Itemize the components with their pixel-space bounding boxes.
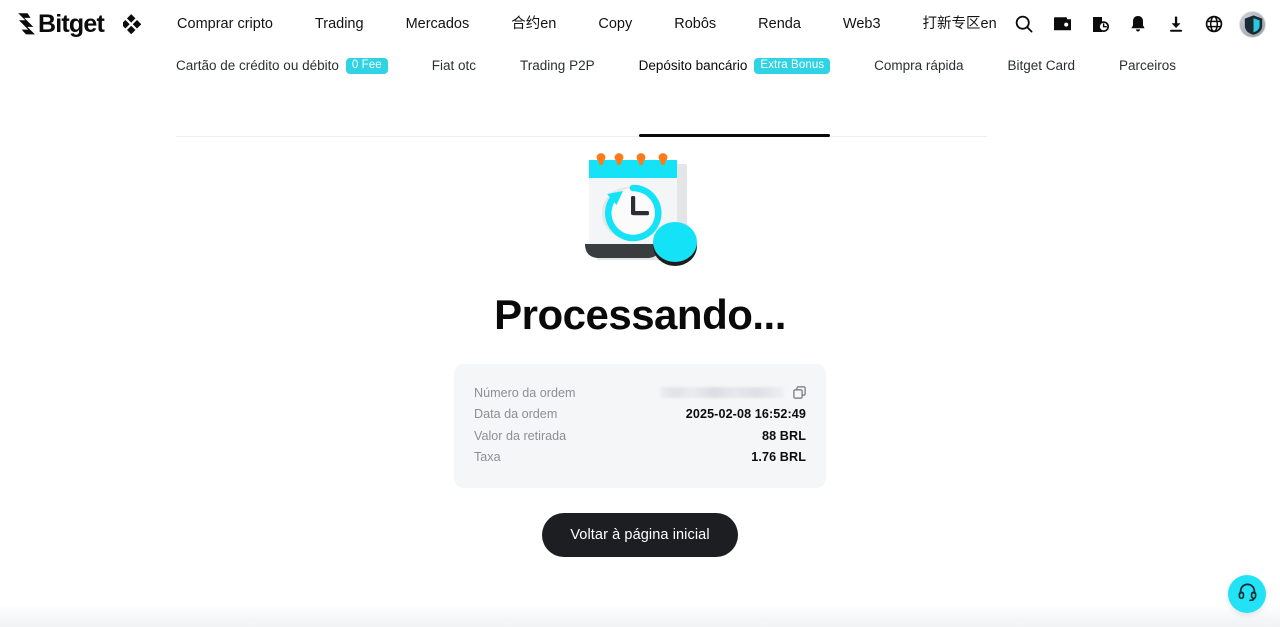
- nav-item-comprar-cripto[interactable]: Comprar cripto: [156, 0, 294, 48]
- tab-fiat-otc[interactable]: Fiat otc: [432, 48, 476, 84]
- nav-item-robos[interactable]: Robôs: [653, 0, 737, 48]
- back-to-home-button[interactable]: Voltar à página inicial: [542, 513, 738, 558]
- footer-band: [0, 605, 1280, 627]
- detail-row-order-number: Número da ordem: [474, 382, 806, 404]
- detail-label: Valor da retirada: [474, 428, 567, 443]
- tab-cartao-credito-debito[interactable]: Cartão de crédito ou débito 0 Fee: [176, 48, 388, 84]
- tab-deposito-bancario[interactable]: Depósito bancário Extra Bonus: [639, 48, 831, 84]
- tabbar-items: Cartão de crédito ou débito 0 Fee Fiat o…: [176, 48, 1176, 90]
- tab-badge-0-fee: 0 Fee: [345, 57, 388, 75]
- header-actions: [1005, 0, 1266, 48]
- search-icon[interactable]: [1005, 5, 1043, 43]
- deposit-method-tabbar: Cartão de crédito ou débito 0 Fee Fiat o…: [0, 48, 1280, 137]
- bitget-logo-mark-icon: [14, 12, 36, 36]
- copy-icon[interactable]: [792, 386, 806, 400]
- main-nav: Comprar cripto Trading Mercados 合约en Cop…: [156, 0, 1018, 48]
- order-details-card: Número da ordem Data da ordem 2025-02-08…: [454, 364, 826, 489]
- detail-value: 2025-02-08 16:52:49: [685, 407, 806, 422]
- nav-item-contratos[interactable]: 合约en: [490, 0, 577, 48]
- nav-item-trading[interactable]: Trading: [294, 0, 385, 48]
- user-avatar[interactable]: [1239, 10, 1266, 38]
- tab-label: Trading P2P: [520, 58, 595, 73]
- calendar-clock-processing-illustration: [575, 144, 705, 272]
- bitget-logo-text: Bitget: [38, 9, 105, 38]
- tab-label: Parceiros: [1119, 58, 1177, 73]
- tab-badge-extra-bonus: Extra Bonus: [754, 57, 831, 75]
- nav-item-copy[interactable]: Copy: [577, 0, 653, 48]
- globe-language-icon[interactable]: [1195, 5, 1233, 43]
- tab-label: Fiat otc: [431, 58, 477, 73]
- detail-label: Taxa: [474, 450, 501, 465]
- order-number-redacted-value: [660, 387, 784, 399]
- tab-parceiros[interactable]: Parceiros: [1119, 48, 1176, 84]
- detail-row-withdrawal-amount: Valor da retirada 88 BRL: [474, 425, 806, 447]
- nav-item-renda[interactable]: Renda: [737, 0, 822, 48]
- notification-bell-icon[interactable]: [1119, 5, 1157, 43]
- page-title: Processando...: [494, 291, 786, 338]
- nav-item-novos-listados[interactable]: 打新专区en: [902, 0, 1018, 48]
- order-history-icon[interactable]: [1081, 5, 1119, 43]
- detail-label: Número da ordem: [474, 385, 576, 400]
- detail-label: Data da ordem: [474, 407, 558, 422]
- detail-row-fee: Taxa 1.76 BRL: [474, 447, 806, 469]
- bitget-logo[interactable]: Bitget: [14, 9, 105, 38]
- tab-label: Cartão de crédito ou débito: [176, 58, 339, 73]
- support-chat-button[interactable]: [1228, 575, 1266, 613]
- headset-support-icon: [1237, 581, 1258, 607]
- diamond-grid-icon[interactable]: [120, 11, 146, 37]
- tab-trading-p2p[interactable]: Trading P2P: [520, 48, 595, 84]
- wallet-icon[interactable]: [1043, 5, 1081, 43]
- tab-label: Bitget Card: [1007, 58, 1076, 73]
- nav-item-web3[interactable]: Web3: [822, 0, 902, 48]
- order-number-value-group: [660, 386, 806, 400]
- download-icon[interactable]: [1157, 5, 1195, 43]
- main-content: Processando... Número da ordem Data da o…: [0, 90, 1280, 558]
- tab-label: Compra rápida: [874, 58, 964, 73]
- site-header: Bitget Comprar cripto Trading Mercados 合…: [0, 0, 1280, 48]
- tab-bitget-card[interactable]: Bitget Card: [1007, 48, 1075, 84]
- detail-value: 1.76 BRL: [751, 450, 806, 465]
- detail-value: 88 BRL: [762, 428, 806, 443]
- tab-compra-rapida[interactable]: Compra rápida: [874, 48, 963, 84]
- detail-row-order-date: Data da ordem 2025-02-08 16:52:49: [474, 404, 806, 426]
- page-root: Bitget Comprar cripto Trading Mercados 合…: [0, 0, 1280, 627]
- tab-label: Depósito bancário: [638, 58, 748, 73]
- nav-item-mercados[interactable]: Mercados: [385, 0, 491, 48]
